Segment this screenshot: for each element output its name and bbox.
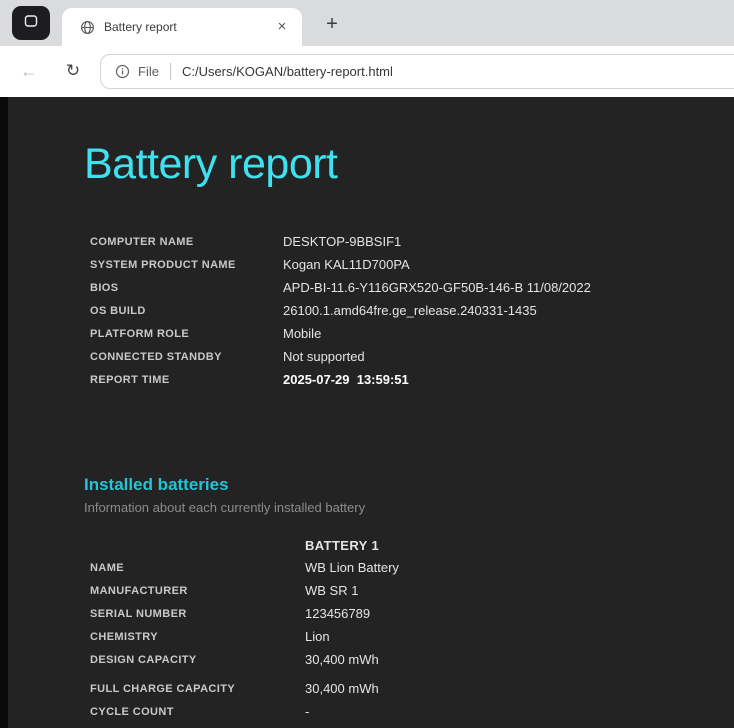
info-icon (115, 64, 130, 79)
new-tab-button[interactable]: + (318, 10, 346, 38)
row-label: CYCLE COUNT (90, 706, 305, 718)
browser-tab-battery-report[interactable]: Battery report × (62, 8, 302, 46)
table-row: MANUFACTURER WB SR 1 (90, 579, 734, 602)
url-text: C:/Users/KOGAN/battery-report.html (182, 64, 393, 79)
row-value: WB Lion Battery (305, 560, 399, 575)
battery-table: BATTERY 1 NAME WB Lion Battery MANUFACTU… (90, 535, 734, 723)
url-divider (170, 63, 171, 80)
row-label: CONNECTED STANDBY (90, 351, 283, 363)
page-title: Battery report (84, 141, 734, 188)
row-value: - (305, 704, 309, 719)
tab-close-icon[interactable]: × (272, 17, 292, 37)
row-value: Mobile (283, 326, 321, 341)
table-row: BIOS APD-BI-11.6-Y116GRX520-GF50B-146-B … (90, 276, 734, 299)
navigation-bar: ← ↻ File C:/Users/KOGAN/battery-report.h… (0, 46, 734, 97)
table-row: DESIGN CAPACITY 30,400 mWh (90, 648, 734, 671)
row-label: COMPUTER NAME (90, 236, 283, 248)
row-label: FULL CHARGE CAPACITY (90, 683, 305, 695)
installed-batteries-subtitle: Information about each currently install… (84, 500, 734, 515)
back-button[interactable]: ← (14, 56, 44, 86)
row-value: DESKTOP-9BBSIF1 (283, 234, 401, 249)
table-row: CONNECTED STANDBY Not supported (90, 345, 734, 368)
workspace-icon (23, 13, 39, 34)
row-value: Lion (305, 629, 330, 644)
row-label: CHEMISTRY (90, 631, 305, 643)
row-value: WB SR 1 (305, 583, 358, 598)
battery-table-rows: NAME WB Lion Battery MANUFACTURER WB SR … (90, 556, 734, 723)
row-label: PLATFORM ROLE (90, 328, 283, 340)
tab-title: Battery report (104, 20, 272, 34)
row-label: SYSTEM PRODUCT NAME (90, 259, 283, 271)
row-value: 123456789 (305, 606, 370, 621)
system-info-table: COMPUTER NAME DESKTOP-9BBSIF1 SYSTEM PRO… (90, 230, 734, 391)
globe-icon (80, 20, 95, 35)
row-label: BIOS (90, 282, 283, 294)
row-label: SERIAL NUMBER (90, 608, 305, 620)
table-row: FULL CHARGE CAPACITY 30,400 mWh (90, 677, 734, 700)
page-background: Battery report COMPUTER NAME DESKTOP-9BB… (0, 97, 734, 728)
row-label: REPORT TIME (90, 374, 283, 386)
table-row: OS BUILD 26100.1.amd64fre.ge_release.240… (90, 299, 734, 322)
tab-strip: Battery report × + (0, 0, 734, 46)
row-value: APD-BI-11.6-Y116GRX520-GF50B-146-B 11/08… (283, 280, 591, 295)
table-row: PLATFORM ROLE Mobile (90, 322, 734, 345)
row-value: 2025-07-29 13:59:51 (283, 372, 409, 387)
table-row: REPORT TIME 2025-07-29 13:59:51 (90, 368, 734, 391)
row-value: Kogan KAL11D700PA (283, 257, 410, 272)
row-label: DESIGN CAPACITY (90, 654, 305, 666)
battery-report-page[interactable]: Battery report COMPUTER NAME DESKTOP-9BB… (8, 97, 734, 728)
installed-batteries-heading: Installed batteries (84, 475, 734, 495)
row-label: NAME (90, 562, 305, 574)
file-scheme-label: File (138, 64, 159, 79)
row-value: Not supported (283, 349, 365, 364)
battery-column-header: BATTERY 1 (305, 538, 379, 553)
row-value: 30,400 mWh (305, 681, 379, 696)
table-row: SYSTEM PRODUCT NAME Kogan KAL11D700PA (90, 253, 734, 276)
table-row: CYCLE COUNT - (90, 700, 734, 723)
row-label: MANUFACTURER (90, 585, 305, 597)
address-bar[interactable]: File C:/Users/KOGAN/battery-report.html (100, 54, 734, 89)
table-row: CHEMISTRY Lion (90, 625, 734, 648)
browser-window: Battery report × + ← ↻ File C:/Users/KOG… (0, 0, 734, 728)
refresh-button[interactable]: ↻ (58, 56, 88, 86)
row-label: OS BUILD (90, 305, 283, 317)
table-row: SERIAL NUMBER 123456789 (90, 602, 734, 625)
table-row: NAME WB Lion Battery (90, 556, 734, 579)
table-row: COMPUTER NAME DESKTOP-9BBSIF1 (90, 230, 734, 253)
battery-table-header-row: BATTERY 1 (90, 535, 734, 556)
row-value: 30,400 mWh (305, 652, 379, 667)
row-value: 26100.1.amd64fre.ge_release.240331-1435 (283, 303, 537, 318)
tab-actions-button[interactable] (12, 6, 50, 40)
